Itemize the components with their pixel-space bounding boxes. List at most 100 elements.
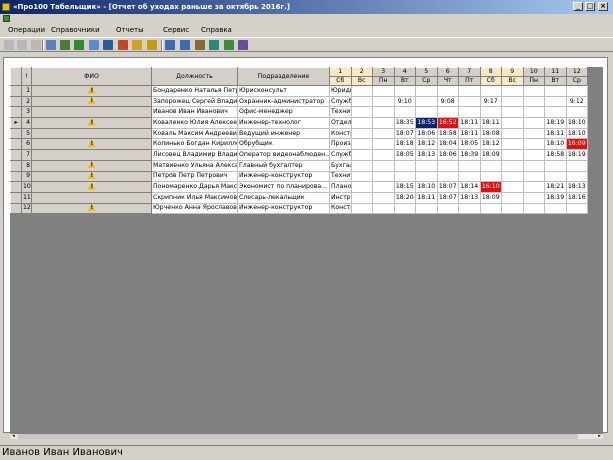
day-header-num[interactable]: 6 bbox=[436, 67, 459, 77]
day-cell[interactable] bbox=[350, 117, 373, 129]
department-cell[interactable]: Конструкторский отдел bbox=[329, 202, 352, 215]
day-cell[interactable]: 18:11 bbox=[415, 191, 438, 204]
day-cell[interactable] bbox=[436, 170, 459, 183]
edit-icon[interactable] bbox=[17, 40, 27, 50]
day-cell[interactable] bbox=[544, 202, 567, 215]
day-cell[interactable] bbox=[436, 202, 459, 215]
table-row[interactable]: 3 Иванов Иван ИвановичОфис-менеджерТехнич… bbox=[10, 106, 588, 119]
day-cell[interactable] bbox=[393, 170, 416, 183]
table-row[interactable]: 1 Бондаренко Наталья ПетровнаЮрисконсульт… bbox=[10, 85, 588, 97]
day-cell[interactable] bbox=[458, 95, 481, 108]
menu-item-0[interactable]: Операции bbox=[8, 26, 45, 34]
day-header-num[interactable]: 9 bbox=[501, 67, 524, 77]
day-cell[interactable] bbox=[350, 159, 373, 172]
day-cell[interactable]: 18:10 bbox=[565, 127, 588, 140]
department-cell[interactable]: Технический отдел bbox=[329, 106, 352, 119]
day-cell[interactable]: 18:10 bbox=[544, 138, 567, 151]
day-cell[interactable] bbox=[350, 127, 373, 140]
day-cell[interactable] bbox=[501, 117, 524, 129]
day-cell[interactable]: 9:17 bbox=[479, 95, 502, 108]
day-cell[interactable]: 18:13 bbox=[415, 149, 438, 161]
day-cell[interactable]: 18:10 bbox=[415, 181, 438, 193]
table-row[interactable]: 11 Скрипник Илья Максимович Слесарь-лекаль… bbox=[10, 191, 588, 204]
day-cell[interactable] bbox=[458, 170, 481, 183]
day-cell[interactable]: 18:06 bbox=[436, 149, 459, 161]
position-cell[interactable]: Инженер-конструктор bbox=[237, 202, 330, 215]
day-cell[interactable] bbox=[501, 149, 524, 161]
row-indicator[interactable] bbox=[10, 191, 22, 204]
day-cell[interactable] bbox=[436, 106, 459, 119]
position-cell[interactable]: Инженер-конструктор bbox=[237, 170, 330, 183]
scroll-thumb[interactable] bbox=[18, 434, 578, 439]
day-cell[interactable]: 18:07 bbox=[436, 191, 459, 204]
department-cell[interactable]: Инструментальный цех bbox=[329, 191, 352, 204]
key-icon[interactable] bbox=[147, 40, 157, 50]
table-row[interactable]: 2 Запорожец Сергей ВладимировичОхранник-а… bbox=[10, 95, 588, 108]
ruler-icon[interactable] bbox=[118, 40, 128, 50]
row-indicator[interactable] bbox=[10, 138, 22, 151]
day-cell[interactable] bbox=[501, 181, 524, 193]
day-cell[interactable] bbox=[522, 202, 545, 215]
day-cell[interactable]: 9:08 bbox=[436, 95, 459, 108]
row-indicator[interactable] bbox=[10, 85, 22, 97]
row-indicator[interactable] bbox=[10, 127, 22, 140]
day-header-num[interactable]: 12 bbox=[565, 67, 588, 77]
day-cell[interactable] bbox=[522, 95, 545, 108]
add-icon[interactable] bbox=[4, 40, 14, 50]
day-cell[interactable]: 18:39 bbox=[458, 149, 481, 161]
day-cell[interactable]: 18:19 bbox=[544, 191, 567, 204]
day-cell[interactable] bbox=[565, 202, 588, 215]
day-cell[interactable]: 18:58 bbox=[436, 127, 459, 140]
day-cell[interactable] bbox=[372, 202, 395, 215]
day-cell[interactable] bbox=[350, 106, 373, 119]
fio-cell[interactable]: Колинько Богдан Кириллович bbox=[151, 138, 238, 151]
day-header-num[interactable]: 1 bbox=[329, 67, 352, 77]
col-header-position[interactable]: Должность bbox=[151, 67, 238, 86]
day-cell[interactable] bbox=[350, 170, 373, 183]
day-cell[interactable]: 18:11 bbox=[458, 127, 481, 140]
day-cell[interactable]: 18:19 bbox=[544, 117, 567, 129]
table-row[interactable]: 8 Матвиенко Ульяна АлександровнаГлавный б… bbox=[10, 159, 588, 172]
day-cell[interactable]: 18:13 bbox=[565, 181, 588, 193]
table-row[interactable]: 6 Колинько Богдан КирилловичОбрубщикПроиз… bbox=[10, 138, 588, 151]
day-cell[interactable]: 18:09 bbox=[479, 149, 502, 161]
maximize-icon[interactable]: □ bbox=[585, 2, 595, 11]
day-cell[interactable] bbox=[415, 170, 438, 183]
position-cell[interactable]: Оператор видеонаблюден... bbox=[237, 149, 330, 161]
day-cell[interactable] bbox=[522, 170, 545, 183]
day-cell[interactable] bbox=[393, 159, 416, 172]
row-indicator[interactable] bbox=[10, 159, 22, 172]
col-header-fio[interactable]: ФИО bbox=[31, 67, 152, 86]
table-row[interactable]: 7 Лисовец Владимир ВладимировичОператор в… bbox=[10, 149, 588, 161]
day-cell[interactable]: 18:11 bbox=[479, 117, 502, 129]
day-cell[interactable] bbox=[372, 117, 395, 129]
day-cell[interactable]: 18:10 bbox=[565, 117, 588, 129]
day-cell[interactable] bbox=[544, 85, 567, 97]
day-cell[interactable] bbox=[522, 85, 545, 97]
minimize-icon[interactable]: _ bbox=[573, 2, 583, 11]
delete-icon[interactable] bbox=[31, 40, 41, 50]
filter-icon[interactable] bbox=[46, 40, 56, 50]
day-cell[interactable]: 18:11 bbox=[458, 117, 481, 129]
day-cell[interactable]: 9:12 bbox=[565, 95, 588, 108]
day-header-num[interactable]: 4 bbox=[393, 67, 416, 77]
day-cell[interactable] bbox=[479, 170, 502, 183]
table-row[interactable]: 10 Пономаренко Дарья МаксимовнаЭкономист … bbox=[10, 181, 588, 193]
horizontal-scrollbar[interactable]: ◂ ▸ bbox=[10, 433, 603, 439]
day-cell[interactable]: 18:11 bbox=[544, 127, 567, 140]
day-cell[interactable]: 18:13 bbox=[458, 191, 481, 204]
day-cell[interactable]: 18:05 bbox=[393, 149, 416, 161]
report-icon[interactable] bbox=[165, 40, 175, 50]
day-cell[interactable] bbox=[350, 138, 373, 151]
day-cell[interactable]: 18:58 bbox=[544, 149, 567, 161]
fio-cell[interactable]: Петров Петр Петрович bbox=[151, 170, 238, 183]
day-cell[interactable] bbox=[522, 127, 545, 140]
export-b-icon[interactable] bbox=[238, 40, 248, 50]
position-cell[interactable]: Офис-менеджер bbox=[237, 106, 330, 119]
day-cell[interactable] bbox=[372, 149, 395, 161]
table-row[interactable]: 9 Петров Петр ПетровичИнженер-конструктор… bbox=[10, 170, 588, 183]
position-cell[interactable]: Главный бухгалтер bbox=[237, 159, 330, 172]
menu-item-1[interactable]: Справочники bbox=[51, 26, 100, 34]
position-cell[interactable]: Ведущий инженер bbox=[237, 127, 330, 140]
day-cell[interactable] bbox=[501, 191, 524, 204]
